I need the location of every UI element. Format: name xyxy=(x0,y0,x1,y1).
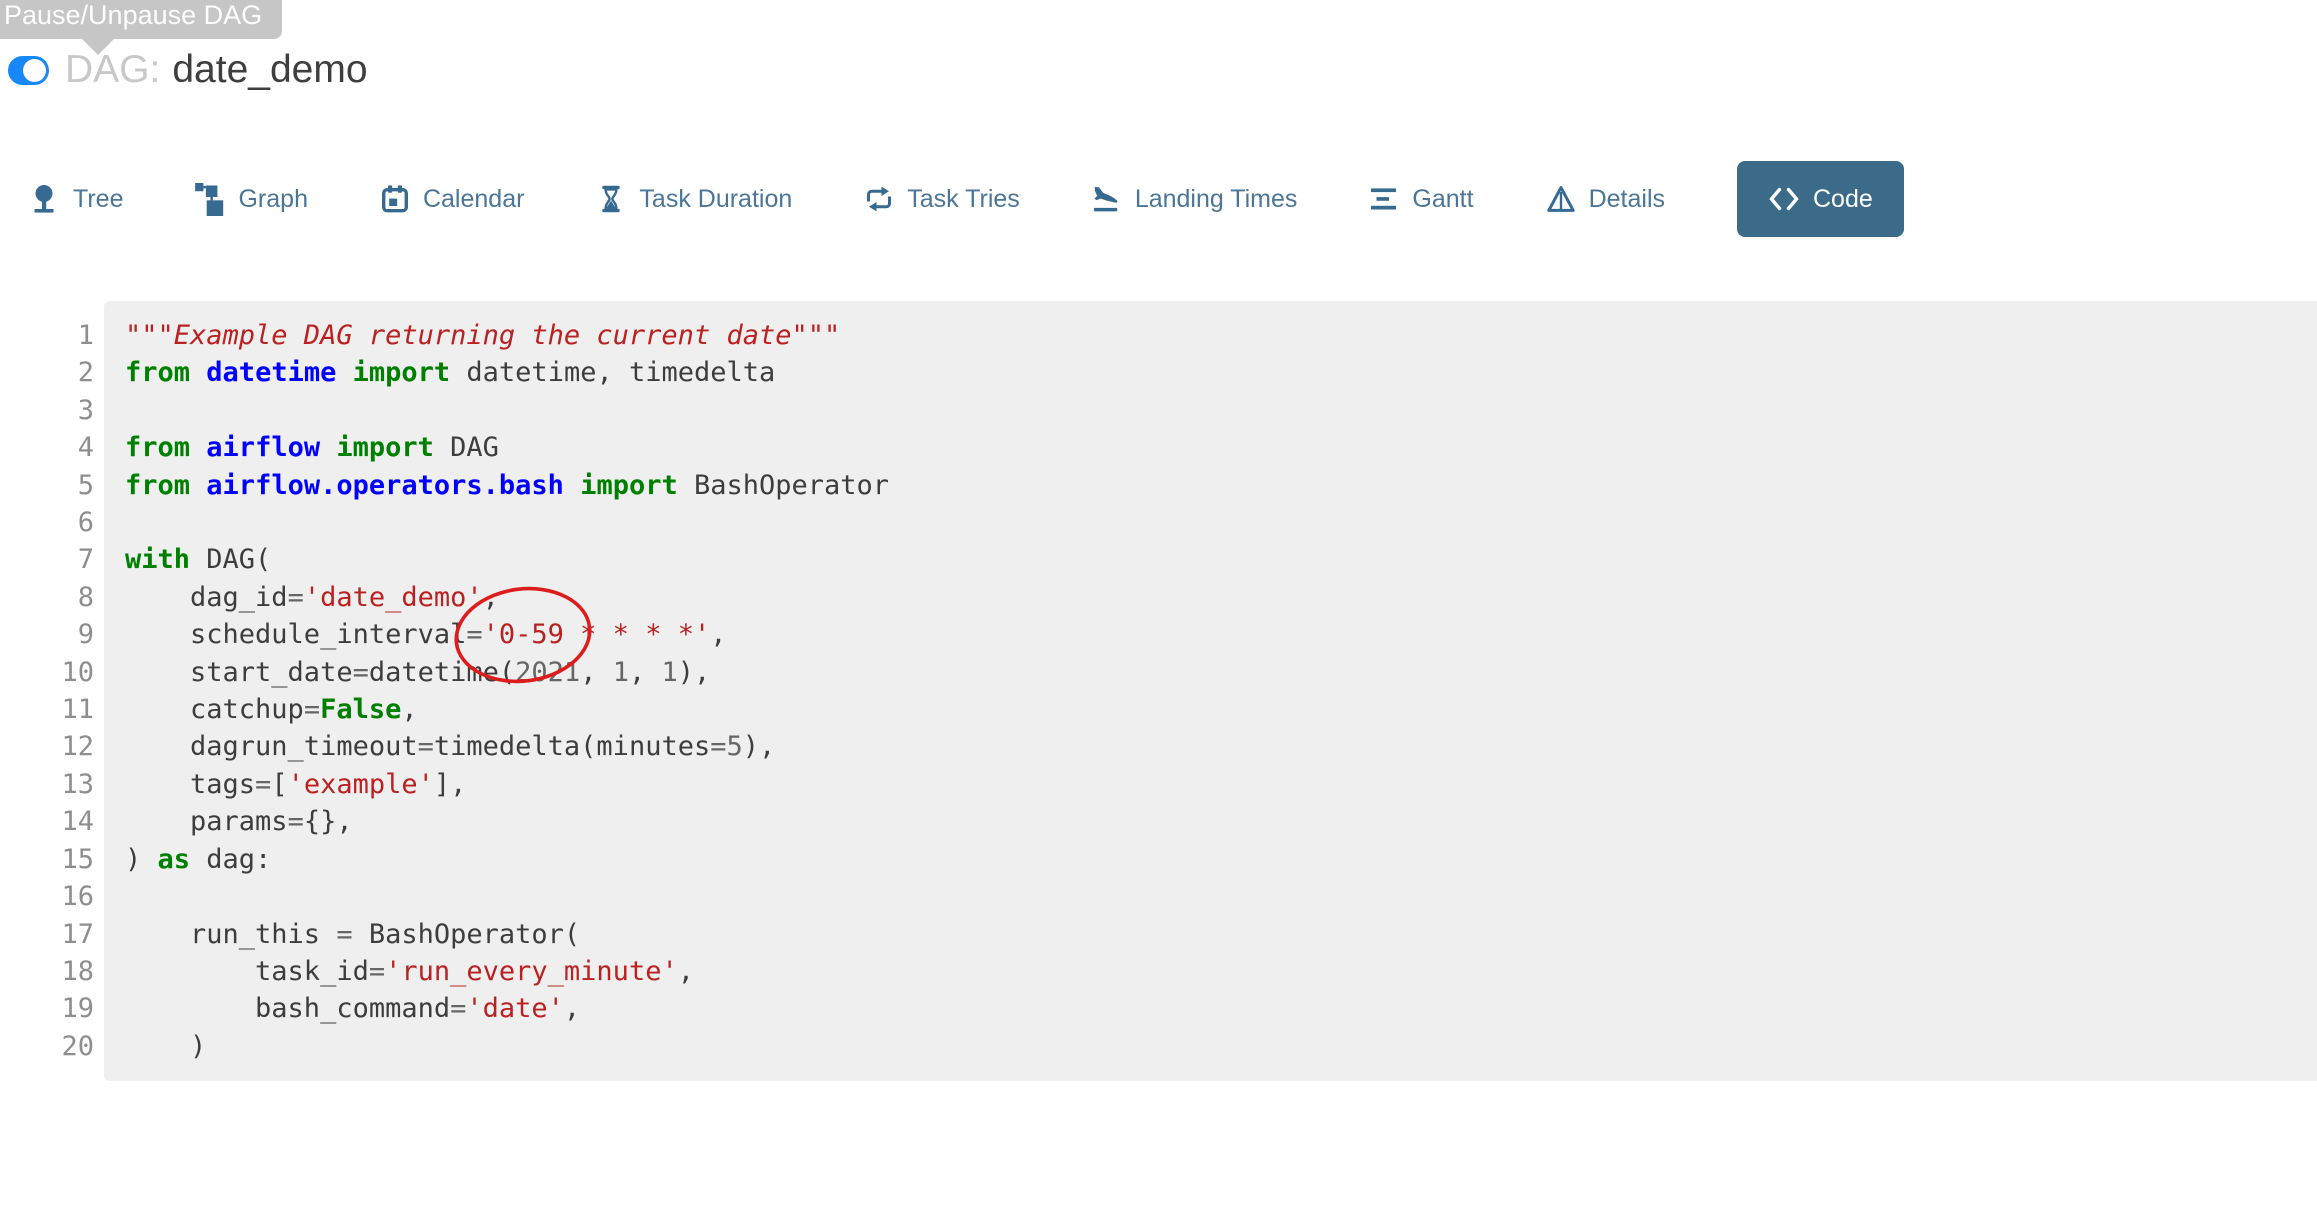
tree-pin-icon xyxy=(30,184,60,214)
line-number: 19 xyxy=(0,990,94,1027)
code-brackets-icon xyxy=(1768,186,1800,212)
line-number: 18 xyxy=(0,953,94,990)
calendar-icon xyxy=(380,184,410,214)
code-line xyxy=(125,878,2307,915)
line-number: 5 xyxy=(0,467,94,504)
line-number: 20 xyxy=(0,1028,94,1065)
code-line: bash_command='date', xyxy=(125,990,2307,1027)
tab-graph[interactable]: Graph xyxy=(195,183,307,216)
line-number: 3 xyxy=(0,392,94,429)
tab-label: Task Duration xyxy=(639,185,792,214)
tooltip-text: Pause/Unpause DAG xyxy=(4,0,262,30)
code-line: start_date=datetime(2021, 1, 1), xyxy=(125,654,2307,691)
line-number: 9 xyxy=(0,616,94,653)
code-line: from airflow.operators.bash import BashO… xyxy=(125,467,2307,504)
line-number: 6 xyxy=(0,504,94,541)
code-line: from datetime import datetime, timedelta xyxy=(125,354,2307,391)
tooltip-arrow xyxy=(82,39,114,55)
code-line: tags=['example'], xyxy=(125,766,2307,803)
code-line: dagrun_timeout=timedelta(minutes=5), xyxy=(125,728,2307,765)
tab-label: Details xyxy=(1589,185,1665,214)
code-line xyxy=(125,504,2307,541)
tab-label: Landing Times xyxy=(1135,185,1298,214)
dag-name: date_demo xyxy=(172,48,367,92)
line-number: 4 xyxy=(0,429,94,466)
triangle-icon xyxy=(1546,184,1576,214)
graph-nodes-icon xyxy=(195,183,225,216)
code-line: with DAG( xyxy=(125,541,2307,578)
code-line: ) as dag: xyxy=(125,841,2307,878)
tab-gantt[interactable]: Gantt xyxy=(1369,184,1473,214)
line-number: 16 xyxy=(0,878,94,915)
line-number: 7 xyxy=(0,541,94,578)
line-number-gutter: 1234567891011121314151617181920 xyxy=(0,301,104,1081)
code-area: """Example DAG returning the current dat… xyxy=(104,301,2317,1081)
tab-landing-times[interactable]: Landing Times xyxy=(1092,184,1298,214)
tab-calendar[interactable]: Calendar xyxy=(380,184,524,214)
tab-label: Task Tries xyxy=(907,185,1020,214)
code-line: params={}, xyxy=(125,803,2307,840)
tab-task-duration[interactable]: Task Duration xyxy=(596,184,792,214)
tab-tree[interactable]: Tree xyxy=(30,184,123,214)
line-number: 11 xyxy=(0,691,94,728)
code-line: from airflow import DAG xyxy=(125,429,2307,466)
line-number: 12 xyxy=(0,728,94,765)
line-number: 2 xyxy=(0,354,94,391)
dag-pause-toggle[interactable] xyxy=(8,56,49,85)
pause-unpause-tooltip: Pause/Unpause DAG xyxy=(0,0,282,39)
tab-code[interactable]: Code xyxy=(1737,161,1904,237)
tab-label: Code xyxy=(1813,185,1873,214)
hourglass-icon xyxy=(596,184,626,214)
code-line: dag_id='date_demo', xyxy=(125,579,2307,616)
tab-bar: Tree Graph Calendar Task Duration Task Tries… xyxy=(30,160,2287,238)
tab-label: Tree xyxy=(73,185,123,214)
line-number: 1 xyxy=(0,317,94,354)
code-line: schedule_interval='0-59 * * * *', xyxy=(125,616,2307,653)
code-line xyxy=(125,392,2307,429)
dag-code-view: 1234567891011121314151617181920 """Examp… xyxy=(0,301,2317,1081)
line-number: 14 xyxy=(0,803,94,840)
line-number: 13 xyxy=(0,766,94,803)
tab-details[interactable]: Details xyxy=(1546,184,1665,214)
code-line: catchup=False, xyxy=(125,691,2307,728)
line-number: 10 xyxy=(0,654,94,691)
line-number: 8 xyxy=(0,579,94,616)
line-number: 15 xyxy=(0,841,94,878)
code-line: ) xyxy=(125,1028,2307,1065)
code-line: task_id='run_every_minute', xyxy=(125,953,2307,990)
tab-label: Gantt xyxy=(1412,185,1473,214)
tab-label: Calendar xyxy=(423,185,524,214)
code-line: run_this = BashOperator( xyxy=(125,916,2307,953)
tab-task-tries[interactable]: Task Tries xyxy=(864,184,1020,214)
code-line: """Example DAG returning the current dat… xyxy=(125,317,2307,354)
repeat-arrows-icon xyxy=(864,184,894,214)
toggle-knob xyxy=(23,59,46,82)
plane-landing-icon xyxy=(1092,184,1122,214)
gantt-bars-icon xyxy=(1369,184,1399,214)
dag-header: DAG: date_demo xyxy=(8,48,368,92)
tab-label: Graph xyxy=(238,185,307,214)
line-number: 17 xyxy=(0,916,94,953)
